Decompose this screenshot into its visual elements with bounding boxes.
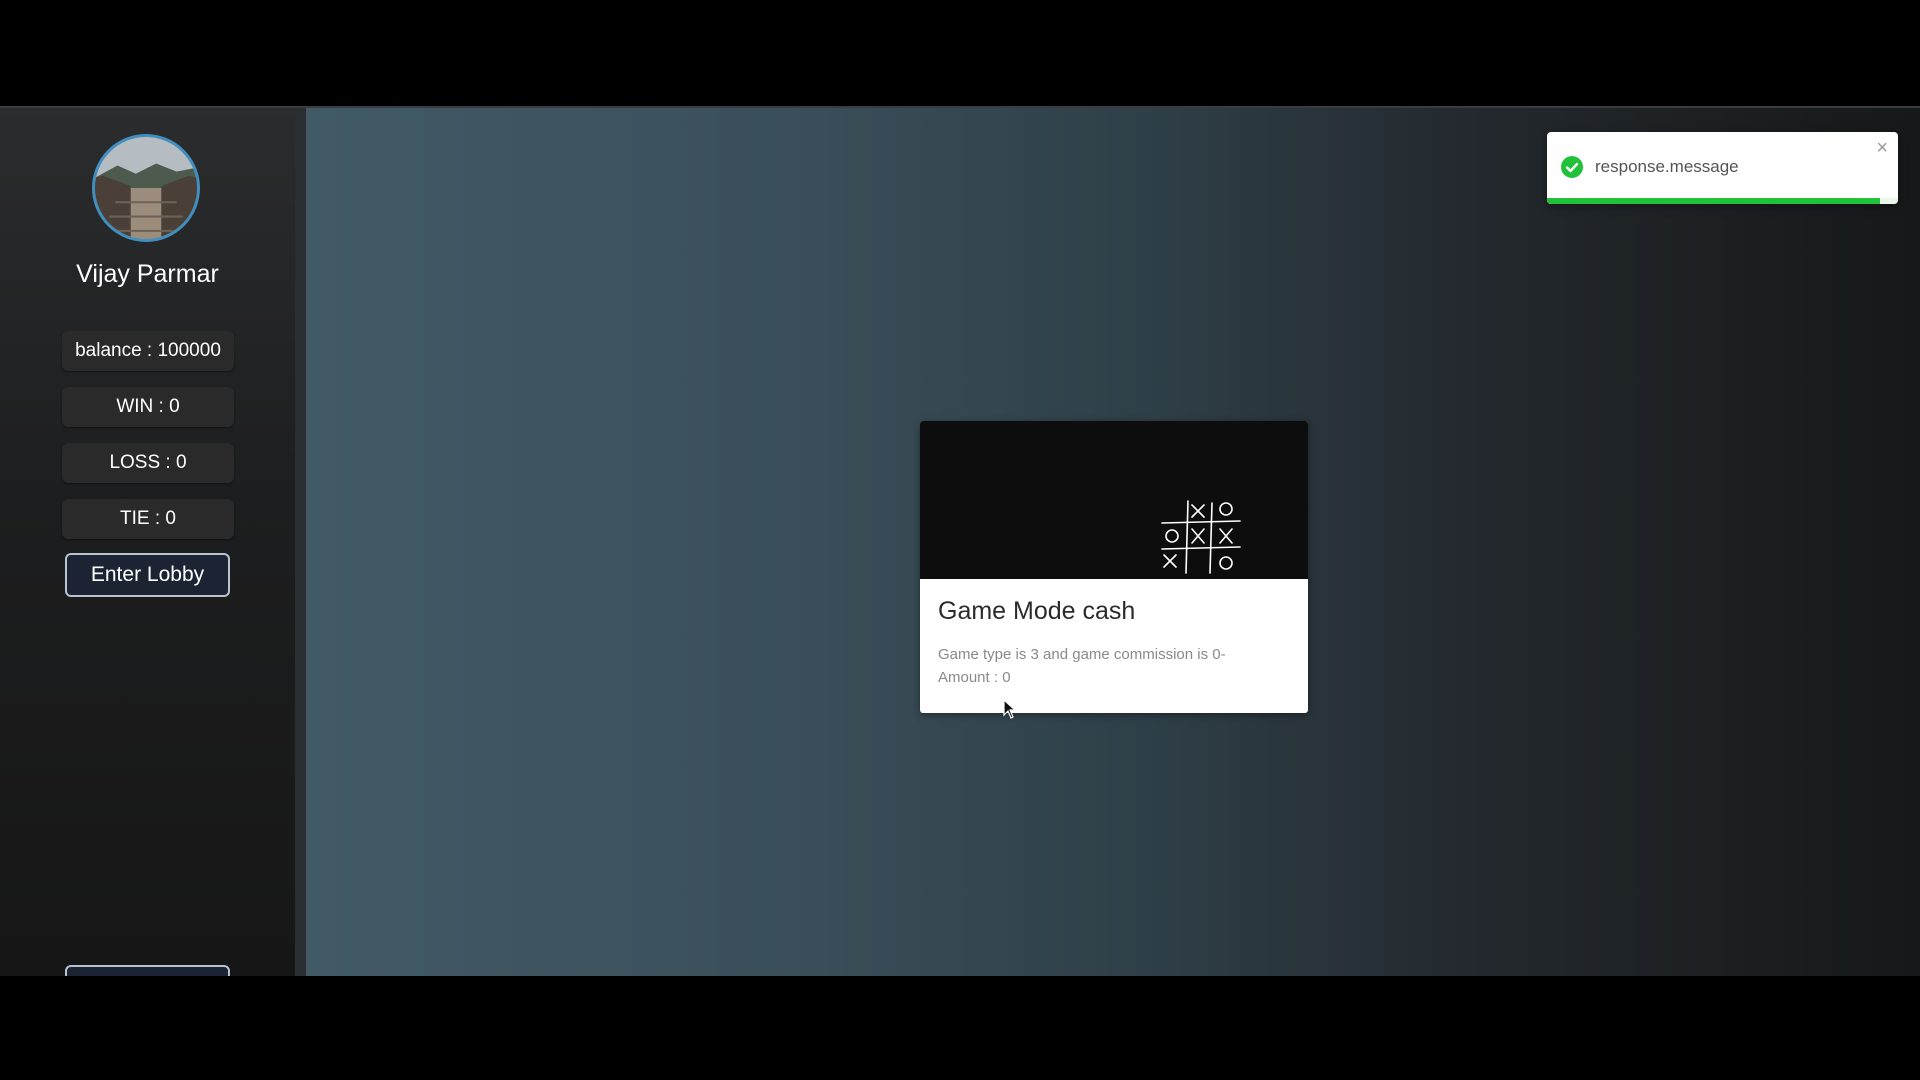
toast-notification: response.message × <box>1547 132 1898 204</box>
card-title: Game Mode cash <box>938 597 1136 625</box>
tie-stat: TIE : 0 <box>62 499 234 539</box>
toast-progress-track <box>1547 198 1898 204</box>
mouse-cursor-icon <box>1003 698 1017 724</box>
win-stat: WIN : 0 <box>62 387 234 427</box>
username: Vijay Parmar <box>76 260 219 288</box>
loss-stat: LOSS : 0 <box>62 443 234 483</box>
toast-message: response.message <box>1595 157 1739 176</box>
tic-tac-toe-icon <box>1161 500 1241 574</box>
card-image <box>920 421 1308 579</box>
balance-stat: balance : 100000 <box>62 331 234 371</box>
avatar-photo <box>95 137 197 239</box>
profile-sidebar: Vijay Parmar balance : 100000 WIN : 0 LO… <box>0 108 306 976</box>
game-mode-card[interactable]: Game Mode cash Game type is 3 and game c… <box>920 421 1308 713</box>
toast-progress-bar <box>1547 198 1881 204</box>
card-description: Game type is 3 and game commission is 0- <box>938 646 1226 663</box>
main-content: Game Mode cash Game type is 3 and game c… <box>306 108 1920 976</box>
close-icon[interactable]: × <box>1876 138 1888 158</box>
card-amount: Amount : 0 <box>938 669 1011 686</box>
avatar <box>92 134 200 242</box>
secondary-sidebar-button[interactable] <box>65 965 230 976</box>
enter-lobby-button[interactable]: Enter Lobby <box>65 553 230 597</box>
check-circle-icon <box>1561 156 1583 178</box>
app-window: Vijay Parmar balance : 100000 WIN : 0 LO… <box>0 106 1920 976</box>
